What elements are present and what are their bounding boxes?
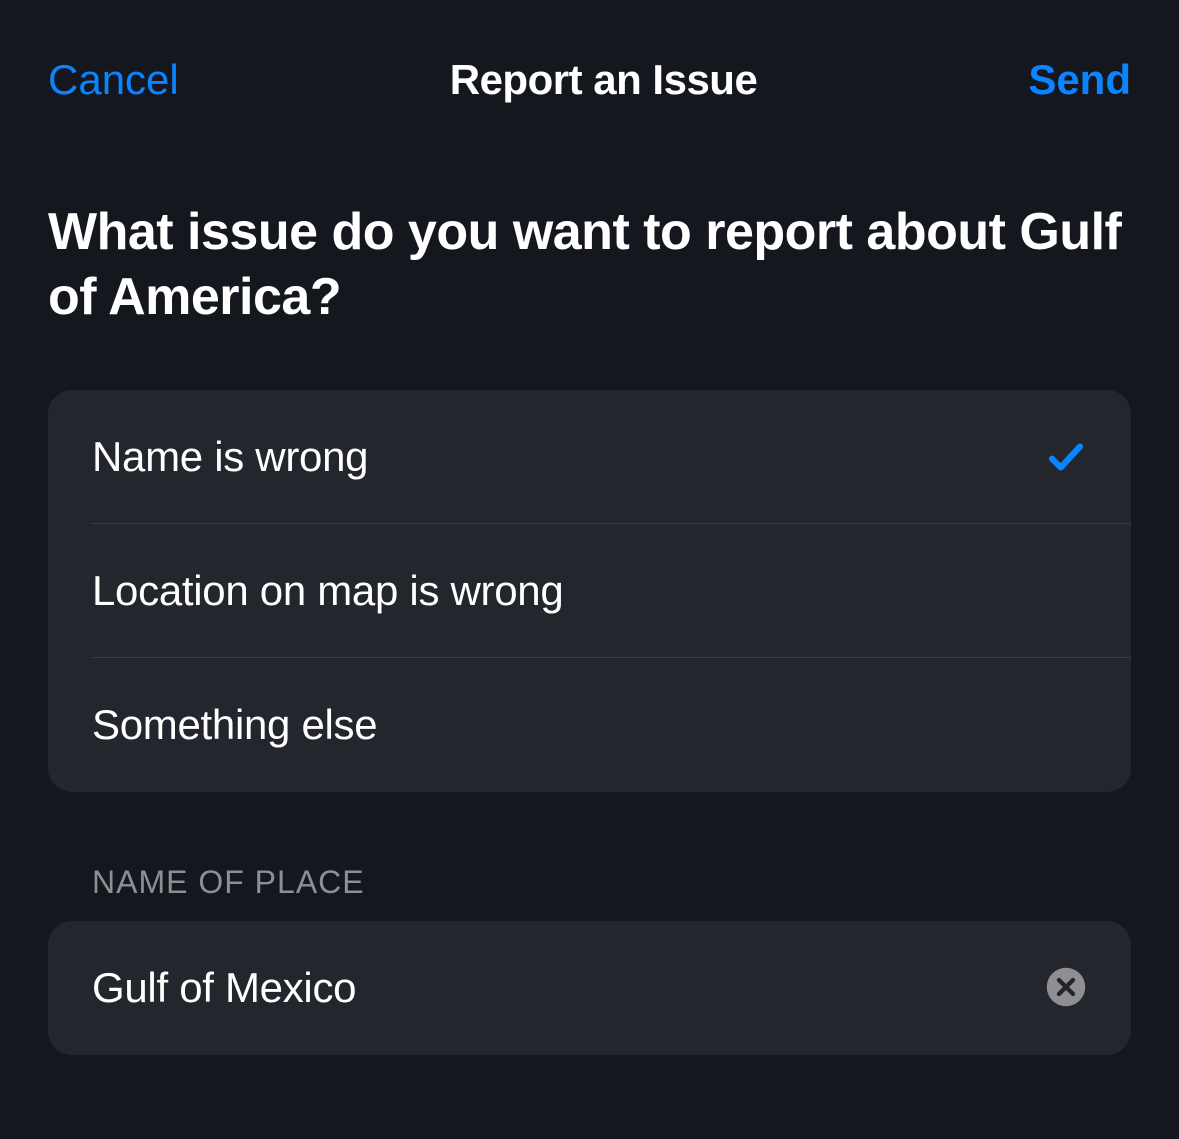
name-section-header: NAME OF PLACE (92, 864, 1131, 901)
checkmark-icon (1045, 436, 1087, 478)
option-label: Location on map is wrong (92, 567, 563, 615)
clear-text-button[interactable] (1045, 967, 1087, 1009)
report-issue-sheet: Cancel Report an Issue Send What issue d… (0, 0, 1179, 1139)
navigation-bar: Cancel Report an Issue Send (0, 50, 1179, 110)
option-location-wrong[interactable]: Location on map is wrong (92, 524, 1131, 658)
option-name-wrong[interactable]: Name is wrong (92, 390, 1131, 524)
option-label: Something else (92, 701, 377, 749)
place-name-input[interactable] (92, 964, 1045, 1012)
send-button[interactable]: Send (1028, 56, 1131, 104)
option-something-else[interactable]: Something else (48, 658, 1131, 792)
clear-icon (1045, 966, 1087, 1011)
page-title: Report an Issue (450, 56, 758, 104)
cancel-button[interactable]: Cancel (48, 56, 179, 104)
issue-options-group: Name is wrong Location on map is wrong S… (48, 390, 1131, 792)
question-heading: What issue do you want to report about G… (48, 200, 1131, 330)
option-label: Name is wrong (92, 433, 368, 481)
name-input-group (48, 921, 1131, 1055)
content-area: What issue do you want to report about G… (0, 200, 1179, 1055)
